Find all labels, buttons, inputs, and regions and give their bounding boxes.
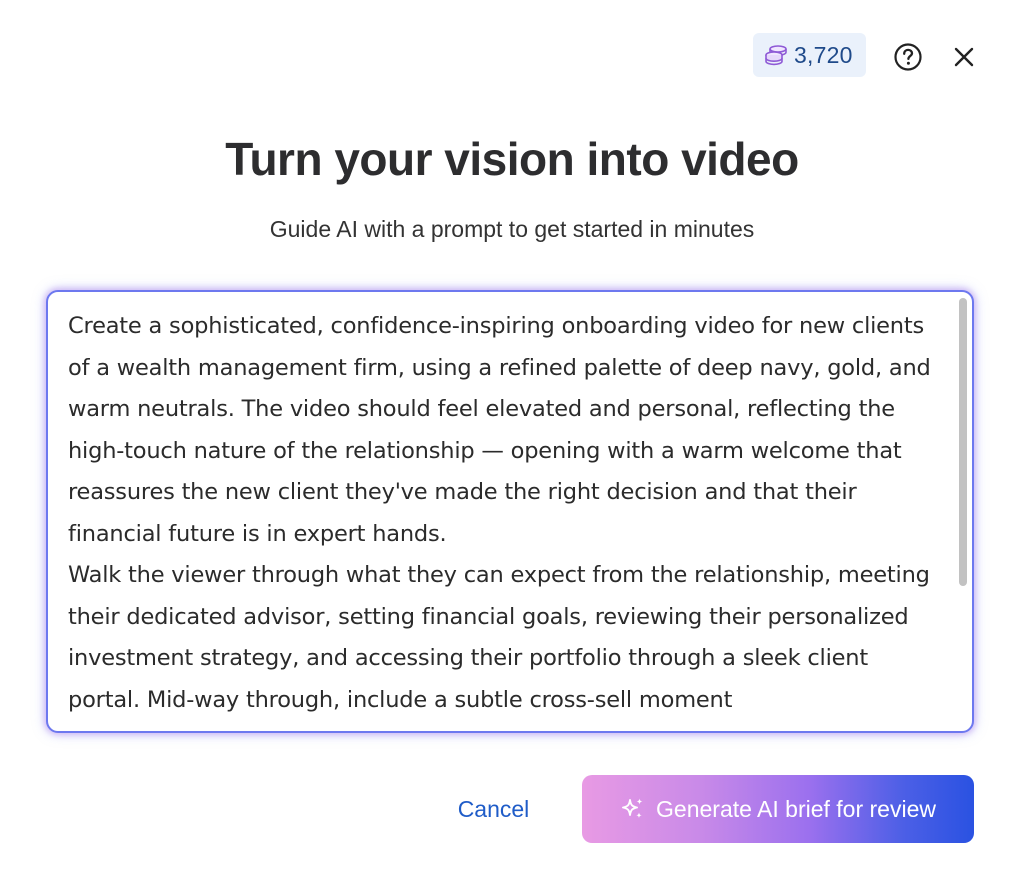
close-button[interactable] [951, 44, 977, 70]
credits-value: 3,720 [794, 41, 853, 68]
generate-button-label: Generate AI brief for review [656, 795, 936, 822]
page-title: Turn your vision into video [225, 133, 799, 185]
credits-badge[interactable]: 3,720 [753, 33, 866, 77]
sparkles-icon [620, 796, 646, 822]
coins-stack-icon [764, 44, 788, 66]
help-button[interactable] [893, 42, 923, 72]
scrollbar-thumb[interactable] [959, 298, 967, 586]
generate-ai-brief-button[interactable]: Generate AI brief for review [582, 775, 974, 843]
help-circle-icon [893, 43, 923, 76]
onboarding-video-dialog: 3,720 Turn your vision into video Guide … [0, 0, 1024, 880]
close-icon [951, 47, 977, 74]
prompt-scrollbar[interactable] [958, 296, 968, 727]
prompt-textarea[interactable]: Create a sophisticated, confidence-inspi… [46, 290, 974, 733]
cancel-button[interactable]: Cancel [436, 784, 551, 834]
page-subtitle: Guide AI with a prompt to get started in… [269, 216, 755, 242]
prompt-text[interactable]: Create a sophisticated, confidence-inspi… [68, 306, 938, 721]
